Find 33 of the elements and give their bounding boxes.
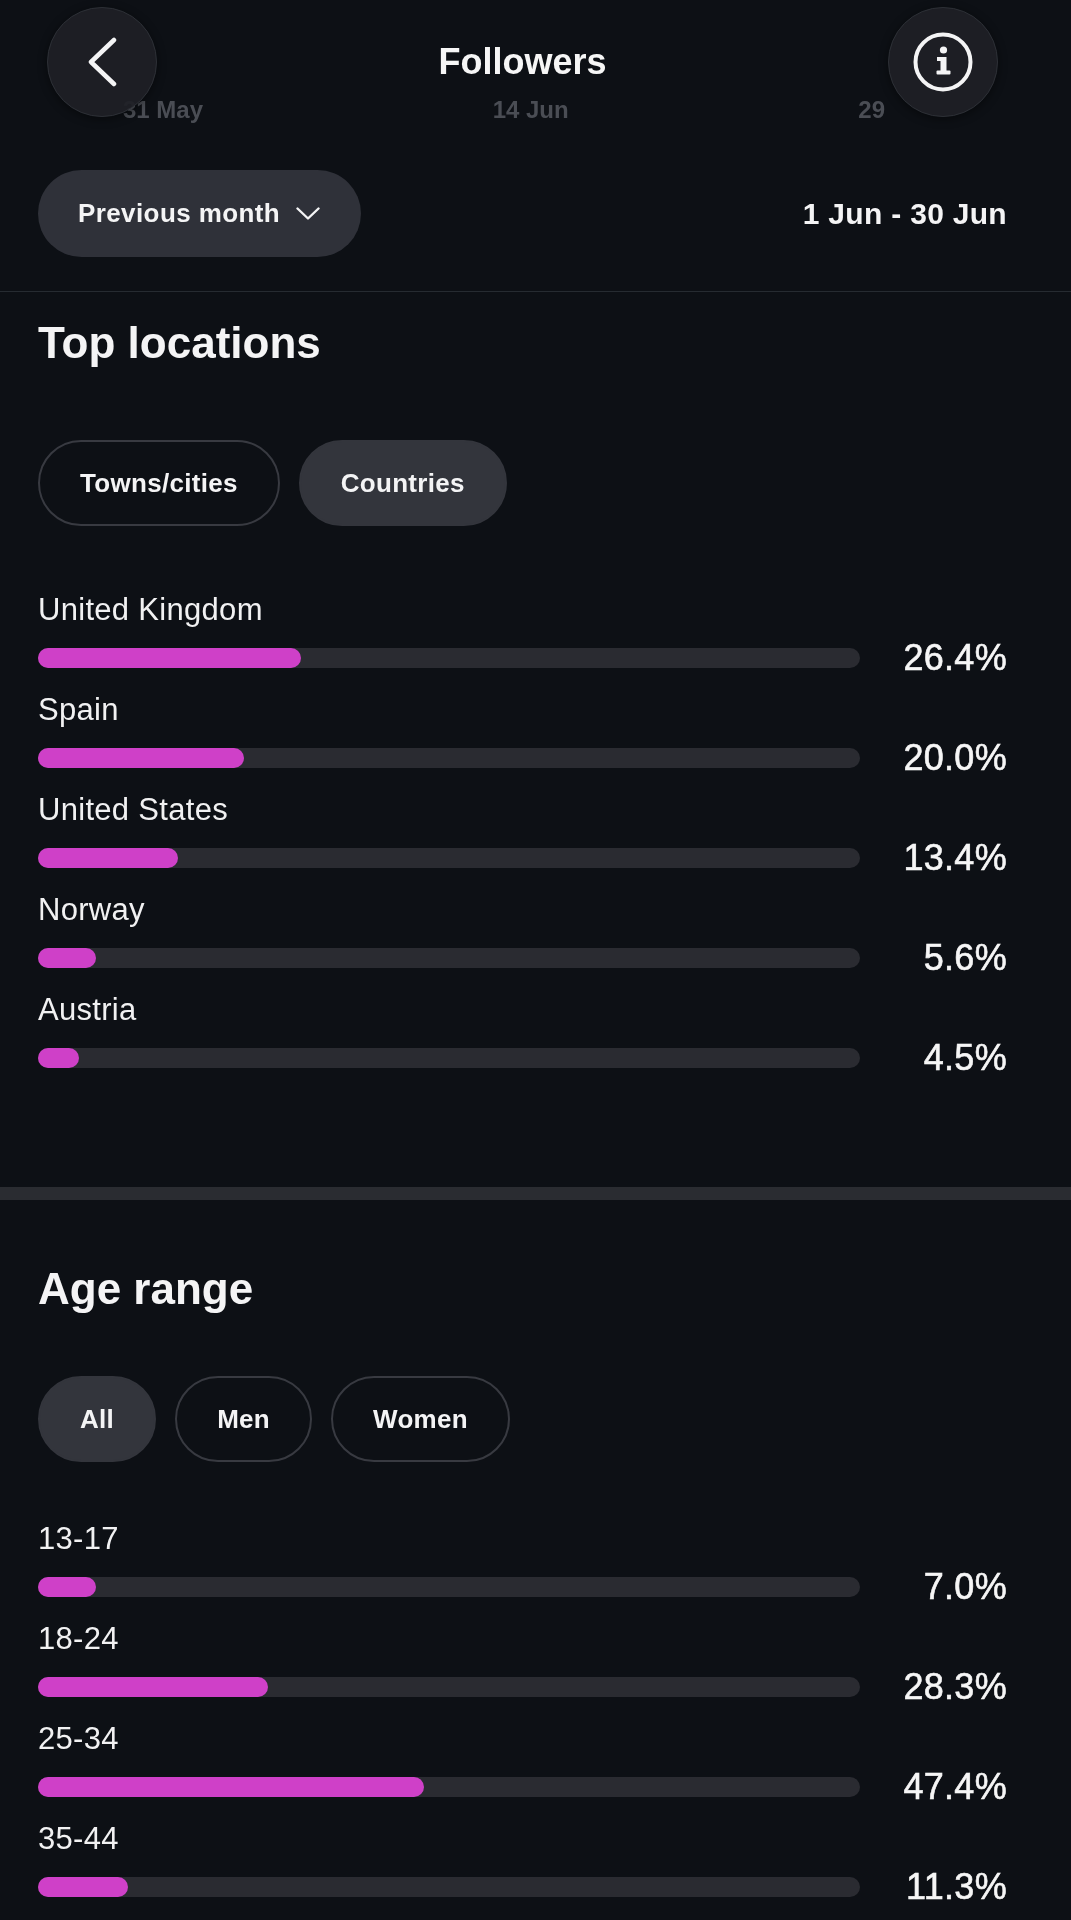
age-group-label: 18-24 [38,1620,120,1657]
section-heading: Top locations [38,317,322,369]
chevron-down-icon [296,207,321,220]
country-label: United Kingdom [38,591,264,628]
age-group-label: 13-17 [38,1520,120,1557]
percentage-value: 26.4% [902,636,1007,679]
section-heading: Age range [38,1263,255,1315]
percentage-value: 5.6% [922,936,1007,979]
country-label: Norway [38,891,146,928]
axis-label: 29 [858,96,885,124]
country-label: Austria [38,991,138,1028]
info-icon [913,32,973,92]
percentage-value: 20.0% [902,736,1007,779]
filter-tab[interactable]: Countries [298,440,507,526]
axis-label: 14 Jun [492,96,569,124]
country-label: Spain [38,691,120,728]
percentage-value: 28.3% [902,1665,1007,1708]
filter-tab[interactable]: Towns/cities [38,440,280,526]
filter-tab[interactable]: Men [175,1376,313,1462]
percentage-value: 13.4% [902,836,1007,879]
page-title: Followers [437,41,608,83]
period-dropdown[interactable]: Previous month [38,170,362,257]
age-group-label: 35-44 [38,1820,120,1857]
date-range: 1 Jun - 30 Jun [802,195,1007,232]
filter-tab[interactable]: All [38,1376,157,1462]
percentage-value: 7.0% [922,1565,1007,1608]
percentage-value: 4.5% [922,1036,1007,1079]
country-label: United States [38,791,229,828]
back-chevron-icon [86,37,118,87]
age-group-label: 25-34 [38,1720,120,1757]
percentage-value: 11.3% [905,1865,1007,1908]
filter-tab[interactable]: Women [331,1376,510,1462]
percentage-value: 47.4% [902,1765,1007,1808]
